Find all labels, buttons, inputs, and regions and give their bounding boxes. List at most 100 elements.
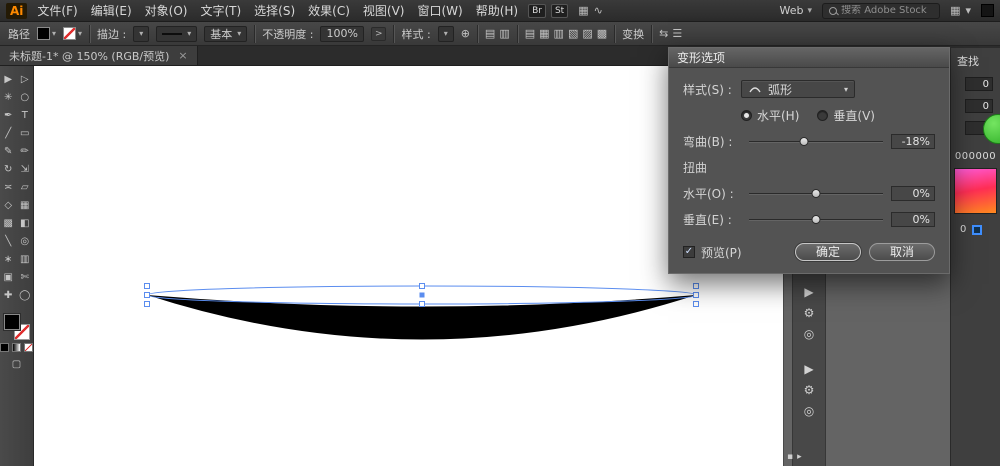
- pencil-tool-icon[interactable]: ✏: [17, 142, 34, 160]
- warp-style-select[interactable]: 弧形 ▾: [741, 80, 855, 98]
- width-tool-icon[interactable]: ≍: [0, 178, 17, 196]
- window-control-icon[interactable]: [981, 4, 994, 17]
- color-mode-button[interactable]: [0, 343, 9, 352]
- document-setup-icon[interactable]: ▤: [485, 27, 495, 40]
- gpu-performance-icon[interactable]: ∿: [594, 4, 603, 17]
- handle-middle-left[interactable]: [145, 293, 150, 298]
- align-left-icon[interactable]: ▤: [525, 27, 535, 40]
- align-h-center-icon[interactable]: ▦: [539, 27, 549, 40]
- app-grid-icon[interactable]: ▦: [950, 4, 960, 17]
- selection-tool-icon[interactable]: ▶: [0, 70, 17, 88]
- artboard-tool-icon[interactable]: ▣: [0, 268, 17, 286]
- slider-handle[interactable]: [799, 137, 808, 146]
- fill-color-picker[interactable]: ▾: [37, 27, 56, 40]
- distort-vertical-slider[interactable]: [749, 214, 883, 226]
- stock-search-box[interactable]: [822, 3, 940, 19]
- direct-selection-tool-icon[interactable]: ▷: [17, 70, 34, 88]
- symbol-sprayer-tool-icon[interactable]: ∗: [0, 250, 17, 268]
- arrange-documents-icon[interactable]: ▦: [578, 4, 588, 17]
- stroke-color-picker[interactable]: ▾: [63, 27, 82, 40]
- menu-item[interactable]: 帮助(H): [476, 2, 518, 19]
- chevron-down-icon[interactable]: ▾: [965, 4, 971, 17]
- menu-item[interactable]: 文件(F): [37, 2, 77, 19]
- graphic-style-select[interactable]: ▾: [438, 26, 454, 42]
- document-tab[interactable]: 未标题-1* @ 150% (RGB/预览) ×: [0, 46, 198, 65]
- stroke-color-swatch[interactable]: [63, 27, 76, 40]
- transform-label[interactable]: 变换: [622, 26, 644, 42]
- search-input[interactable]: [841, 5, 933, 16]
- preferences-icon[interactable]: ▥: [499, 27, 509, 40]
- expand-panels-icon[interactable]: ▸: [797, 452, 802, 462]
- menu-item[interactable]: 文字(T): [200, 2, 241, 19]
- opacity-panel-button[interactable]: >: [371, 27, 387, 41]
- lasso-tool-icon[interactable]: ○: [17, 88, 34, 106]
- align-top-icon[interactable]: ▧: [568, 27, 578, 40]
- cancel-button[interactable]: 取消: [869, 243, 935, 261]
- brush-definition-select[interactable]: 基本 ▾: [204, 26, 247, 42]
- none-mode-button[interactable]: [24, 343, 33, 352]
- swap-arrows-icon[interactable]: ⇆: [659, 27, 668, 40]
- fill-stroke-swatches[interactable]: [4, 314, 30, 340]
- align-v-center-icon[interactable]: ▨: [582, 27, 592, 40]
- collapse-panels-icon[interactable]: ▪: [787, 452, 793, 462]
- paintbrush-tool-icon[interactable]: ✎: [0, 142, 17, 160]
- handle-top-left[interactable]: [145, 284, 150, 289]
- blend-tool-icon[interactable]: ◎: [17, 232, 34, 250]
- pen-tool-icon[interactable]: ✒: [0, 106, 17, 124]
- free-transform-tool-icon[interactable]: ▱: [17, 178, 34, 196]
- rotate-tool-icon[interactable]: ↻: [0, 160, 17, 178]
- perspective-grid-tool-icon[interactable]: ▦: [17, 196, 34, 214]
- fill-swatch[interactable]: [4, 314, 20, 330]
- value-field[interactable]: 0: [965, 99, 993, 113]
- menu-item[interactable]: 窗口(W): [417, 2, 462, 19]
- stroke-weight-field[interactable]: ▾: [133, 26, 149, 42]
- menu-item[interactable]: 对象(O): [145, 2, 188, 19]
- gear-icon[interactable]: ⚙: [796, 380, 822, 399]
- swirl-icon[interactable]: ◎: [796, 401, 822, 420]
- horizontal-radio[interactable]: 水平(H): [741, 107, 799, 124]
- hand-tool-icon[interactable]: ✚: [0, 286, 17, 304]
- hex-color-value[interactable]: 000000: [951, 151, 1000, 162]
- line-segment-tool-icon[interactable]: ╱: [0, 124, 17, 142]
- bridge-badge[interactable]: Br: [528, 4, 546, 18]
- vertical-radio[interactable]: 垂直(V): [817, 107, 875, 124]
- scale-tool-icon[interactable]: ⇲: [17, 160, 34, 178]
- recolor-artwork-icon[interactable]: ⊕: [461, 27, 470, 40]
- zoom-tool-icon[interactable]: ◯: [17, 286, 34, 304]
- eyedropper-tool-icon[interactable]: ╲: [0, 232, 17, 250]
- stock-badge[interactable]: St: [551, 4, 568, 18]
- type-tool-icon[interactable]: T: [17, 106, 34, 124]
- illustrator-logo[interactable]: Ai: [6, 3, 27, 19]
- slice-tool-icon[interactable]: ✄: [17, 268, 34, 286]
- menu-item[interactable]: 视图(V): [363, 2, 405, 19]
- center-anchor-point[interactable]: [420, 293, 425, 298]
- align-bottom-icon[interactable]: ▩: [597, 27, 607, 40]
- active-swatch-icon[interactable]: [972, 225, 982, 235]
- handle-bottom-center[interactable]: [420, 302, 425, 307]
- panel-menu-icon[interactable]: ☰: [672, 27, 682, 40]
- gear-icon[interactable]: ⚙: [796, 303, 822, 322]
- swirl-icon[interactable]: ◎: [796, 324, 822, 343]
- mesh-tool-icon[interactable]: ▩: [0, 214, 17, 232]
- screen-mode-button[interactable]: ▢: [0, 359, 33, 370]
- ok-button[interactable]: 确定: [795, 243, 861, 261]
- opacity-field[interactable]: 100%: [320, 26, 363, 42]
- value-field[interactable]: 0: [965, 77, 993, 91]
- handle-bottom-left[interactable]: [145, 302, 150, 307]
- handle-middle-right[interactable]: [694, 293, 699, 298]
- fill-color-swatch[interactable]: [37, 27, 50, 40]
- preview-checkbox[interactable]: ✓ 预览(P): [683, 244, 742, 261]
- handle-top-center[interactable]: [420, 284, 425, 289]
- slider-handle[interactable]: [812, 189, 821, 198]
- play-icon[interactable]: ▶: [796, 282, 822, 301]
- color-spectrum[interactable]: [954, 168, 997, 214]
- bend-value-field[interactable]: -18%: [891, 134, 935, 149]
- distort-horizontal-value-field[interactable]: 0%: [891, 186, 935, 201]
- variable-width-select[interactable]: ▾: [156, 26, 197, 42]
- dialog-title[interactable]: 变形选项: [669, 48, 949, 68]
- column-graph-tool-icon[interactable]: ▥: [17, 250, 34, 268]
- gradient-tool-icon[interactable]: ◧: [17, 214, 34, 232]
- panel-tab[interactable]: 查找: [951, 48, 1000, 77]
- magic-wand-tool-icon[interactable]: ✳: [0, 88, 17, 106]
- menu-item[interactable]: 编辑(E): [91, 2, 132, 19]
